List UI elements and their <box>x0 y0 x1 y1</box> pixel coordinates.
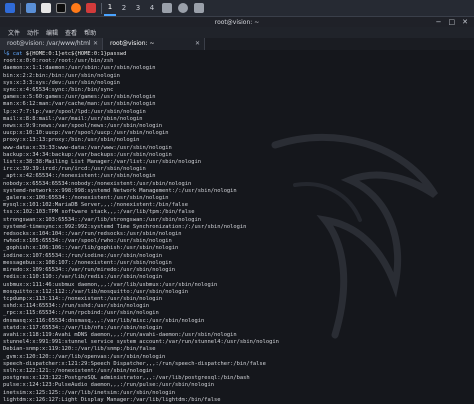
passwd-line: rwhod:x:105:65534::/var/spool/rwho:/usr/… <box>3 238 172 245</box>
passwd-line: avahi:x:118:119:Avahi mDNS daemon,,,:/ru… <box>3 331 237 338</box>
passwd-line: Debian-snmp:x:119:120::/var/lib/snmp:/bi… <box>3 346 156 353</box>
power-icon[interactable] <box>194 3 204 13</box>
tray <box>156 3 204 13</box>
tab-close-icon[interactable]: ✕ <box>93 40 98 47</box>
workspace-3[interactable]: 3 <box>132 1 144 15</box>
menu-file[interactable]: 文件 <box>8 28 20 37</box>
taskbar-separator <box>101 2 102 14</box>
workspace-2[interactable]: 2 <box>118 1 130 15</box>
settings-icon[interactable] <box>86 3 96 13</box>
passwd-line: _gvm:x:120:120::/var/lib/openvas:/usr/sb… <box>3 353 166 360</box>
passwd-line: miredo:x:109:65534::/var/run/miredo:/usr… <box>3 267 176 274</box>
terminal-text: └$ cat ${HOME:0:1}etc${HOME:0:1}passwd r… <box>3 51 279 404</box>
passwd-line: irc:x:39:39:ircd:/run/ircd:/usr/sbin/nol… <box>3 166 146 173</box>
passwd-line: _apt:x:42:65534::/nonexistent:/usr/sbin/… <box>3 173 156 180</box>
passwd-line: nobody:x:65534:65534:nobody:/nonexistent… <box>3 180 192 187</box>
terminal-output[interactable]: └$ cat ${HOME:0:1}etc${HOME:0:1}passwd r… <box>0 50 474 404</box>
passwd-line: sslh:x:122:121::/nonexistent:/usr/sbin/n… <box>3 367 153 374</box>
passwd-line: uucp:x:10:10:uucp:/var/spool/uucp:/usr/s… <box>3 130 169 137</box>
passwd-line: tss:x:102:103:TPM software stack,,,:/var… <box>3 209 195 216</box>
menu-help[interactable]: 帮助 <box>84 28 96 37</box>
screenshot-icon[interactable] <box>162 3 172 13</box>
passwd-line: sys:x:3:3:sys:/dev:/usr/sbin/nologin <box>3 79 120 86</box>
passwd-line: systemd-timesync:x:992:992:systemd Time … <box>3 223 247 230</box>
menubar: 文件 动作 编辑 查看 帮助 <box>0 27 474 38</box>
terminal-icon[interactable] <box>56 3 66 13</box>
passwd-line: list:x:38:38:Mailing List Manager:/var/l… <box>3 159 201 166</box>
passwd-line: _rpc:x:115:65534::/run/rpcbind:/usr/sbin… <box>3 310 159 317</box>
passwd-line: lp:x:7:7:lp:/var/spool/lpd:/usr/sbin/nol… <box>3 108 146 115</box>
passwd-line: dnsmasq:x:116:65534:dnsmasq,,,:/var/lib/… <box>3 317 205 324</box>
menu-view[interactable]: 查看 <box>65 28 77 37</box>
passwd-line: usbmux:x:111:46:usbmux daemon,,,:/var/li… <box>3 281 218 288</box>
tab-label: root@vision: ~ <box>110 40 155 47</box>
taskbar-separator <box>20 2 21 14</box>
tab-label: root@vision: /var/www/html <box>7 40 91 47</box>
folder-icon[interactable] <box>41 3 51 13</box>
menu-edit[interactable]: 编辑 <box>46 28 58 37</box>
passwd-line: sshd:x:114:65534::/run/sshd:/usr/sbin/no… <box>3 303 150 310</box>
passwd-line: mosquitto:x:112:112::/var/lib/mosquitto:… <box>3 288 188 295</box>
passwd-line: messagebus:x:108:107::/nonexistent:/usr/… <box>3 259 172 266</box>
passwd-line: www-data:x:33:33:www-data:/var/www:/usr/… <box>3 144 172 151</box>
passwd-line: _gophish:x:106:106::/var/lib/gophish:/us… <box>3 245 179 252</box>
passwd-line: bin:x:2:2:bin:/bin:/usr/sbin/nologin <box>3 72 120 79</box>
passwd-line: games:x:5:60:games:/usr/games:/usr/sbin/… <box>3 94 156 101</box>
passwd-line: man:x:6:12:man:/var/cache/man:/usr/sbin/… <box>3 101 156 108</box>
tab-var-www-html[interactable]: root@vision: /var/www/html ✕ <box>0 38 103 50</box>
taskbar: 1 2 3 4 <box>0 0 474 17</box>
passwd-line: root:x:0:0:root:/root:/usr/bin/zsh <box>3 58 114 65</box>
passwd-line: backup:x:34:34:backup:/var/backups:/usr/… <box>3 151 172 158</box>
kali-dragon-watermark <box>271 133 438 339</box>
window-title: root@vision: ~ <box>214 18 260 26</box>
passwd-line: systemd-network:x:998:998:systemd Networ… <box>3 187 237 194</box>
passwd-line: _galera:x:100:65534::/nonexistent:/usr/s… <box>3 195 169 202</box>
kali-menu-icon[interactable] <box>5 3 15 13</box>
passwd-line: strongswan:x:103:65534::/var/lib/strongs… <box>3 216 201 223</box>
passwd-line: stunnel4:x:991:991:stunnel service syste… <box>3 339 279 346</box>
tab-close-icon[interactable]: ✕ <box>195 40 200 47</box>
passwd-line: proxy:x:13:13:proxy:/bin:/usr/sbin/nolog… <box>3 137 140 144</box>
maximize-icon[interactable]: □ <box>449 18 456 26</box>
passwd-line: lightdm:x:126:127:Light Display Manager:… <box>3 396 221 403</box>
passwd-line: sync:x:4:65534:sync:/bin:/bin/sync <box>3 87 114 94</box>
firefox-icon[interactable] <box>71 3 81 13</box>
desktop-icon[interactable] <box>26 3 36 13</box>
passwd-lines: root:x:0:0:root:/root:/usr/bin/zsh daemo… <box>3 58 279 404</box>
network-icon[interactable] <box>178 3 188 13</box>
prompt-command: ${HOME:0:1}etc${HOME:0:1}passwd <box>25 51 127 57</box>
passwd-line: statd:x:117:65534::/var/lib/nfs:/usr/sbi… <box>3 324 163 331</box>
tab-bar: root@vision: /var/www/html ✕ root@vision… <box>0 38 474 50</box>
passwd-line: inetsim:x:125:125::/var/lib/inetsim:/usr… <box>3 389 176 396</box>
window-controls: − □ ✕ <box>436 18 468 26</box>
passwd-line: postgres:x:123:122:PostgreSQL administra… <box>3 375 250 382</box>
passwd-line: news:x:9:9:news:/var/spool/news:/usr/sbi… <box>3 123 163 130</box>
workspace-1[interactable]: 1 <box>104 0 116 16</box>
passwd-line: mail:x:8:8:mail:/var/mail:/usr/sbin/nolo… <box>3 115 143 122</box>
menu-action[interactable]: 动作 <box>27 28 39 37</box>
minimize-icon[interactable]: − <box>436 18 442 26</box>
passwd-line: mysql:x:101:102:MariaDB Server,,,:/nonex… <box>3 202 188 209</box>
passwd-line: pulse:x:124:123:PulseAudio daemon,,,:/ru… <box>3 382 214 389</box>
passwd-line: tcpdump:x:113:114::/nonexistent:/usr/sbi… <box>3 295 163 302</box>
passwd-line: redsocks:x:104:104::/var/run/redsocks:/u… <box>3 231 182 238</box>
passwd-line: speech-dispatcher:x:121:29:Speech Dispat… <box>3 360 266 367</box>
passwd-line: iodine:x:107:65534::/run/iodine:/usr/sbi… <box>3 252 163 259</box>
passwd-line: daemon:x:1:1:daemon:/usr/sbin:/usr/sbin/… <box>3 65 156 72</box>
tab-home[interactable]: root@vision: ~ ✕ <box>103 38 205 50</box>
passwd-line: redis:x:110:110::/var/lib/redis:/usr/sbi… <box>3 274 163 281</box>
close-icon[interactable]: ✕ <box>462 18 468 26</box>
prompt-user: └$ cat <box>3 51 26 57</box>
window-titlebar: root@vision: ~ − □ ✕ <box>0 17 474 27</box>
